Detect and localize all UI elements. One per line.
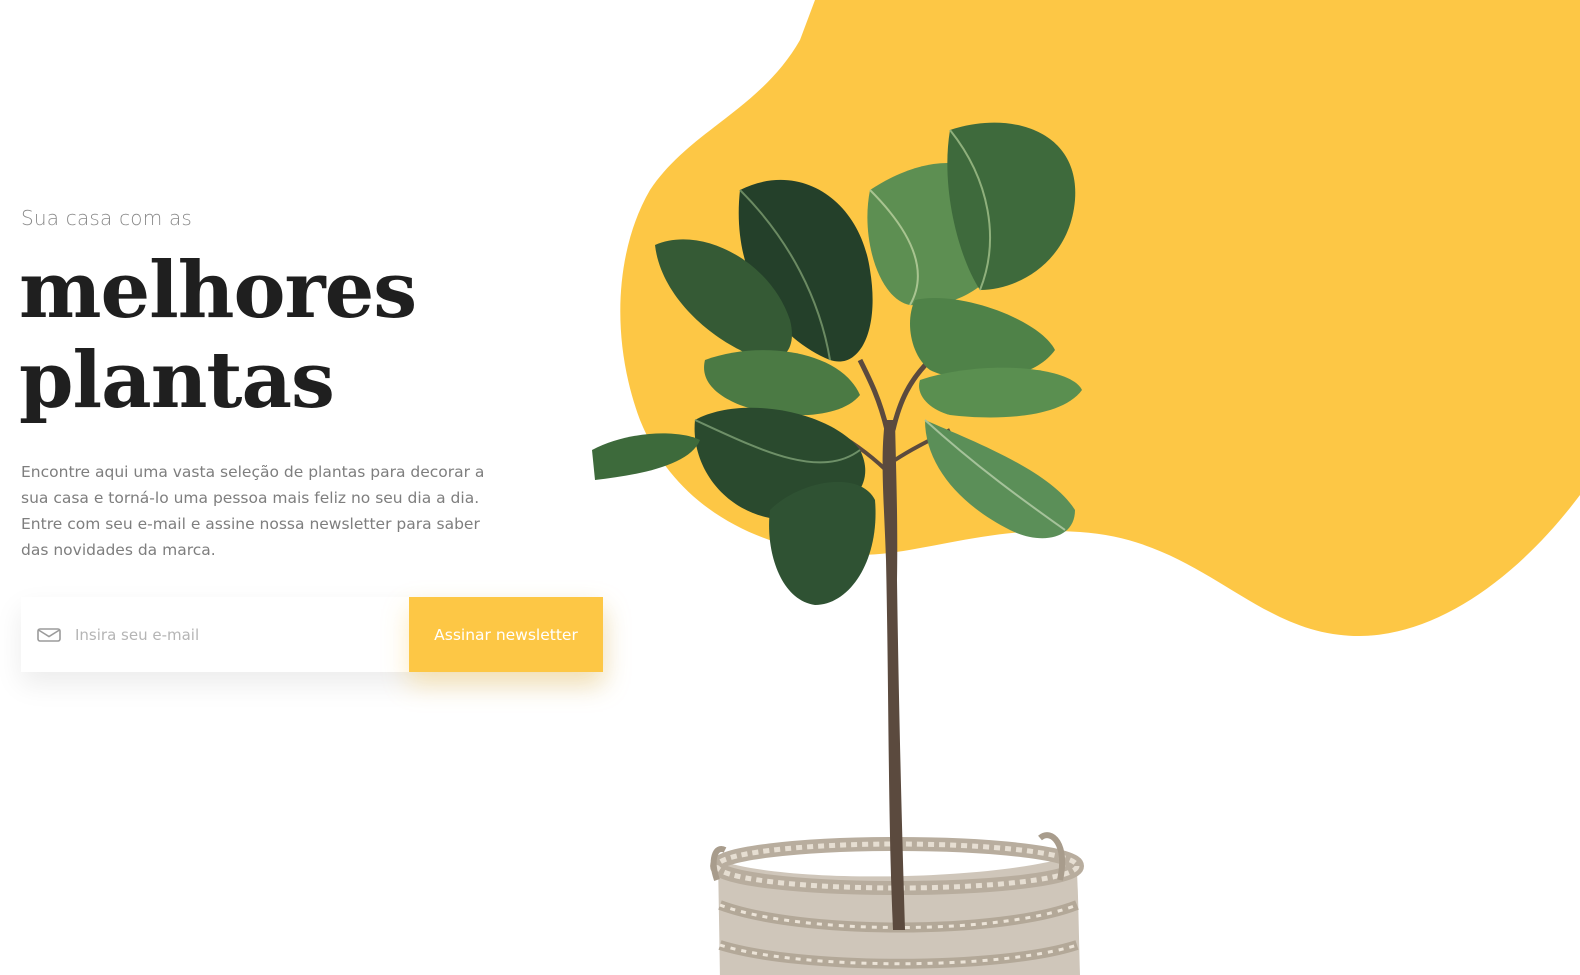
- newsletter-form: Assinar newsletter: [21, 597, 603, 672]
- hero-subtitle: Sua casa com as: [21, 206, 193, 230]
- hero-headline: melhores plantas: [19, 246, 619, 426]
- email-field-wrapper[interactable]: [21, 597, 409, 672]
- email-input[interactable]: [75, 597, 409, 672]
- mail-icon: [37, 627, 61, 643]
- headline-line-1: melhores: [19, 245, 417, 336]
- headline-line-2: plantas: [19, 335, 335, 426]
- hero-description: Encontre aqui uma vasta seleção de plant…: [21, 463, 485, 559]
- subscribe-newsletter-button[interactable]: Assinar newsletter: [409, 597, 603, 672]
